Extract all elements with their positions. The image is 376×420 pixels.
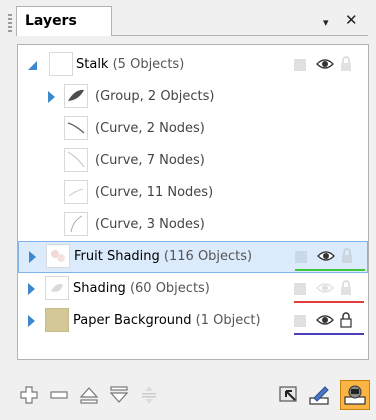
- add-layer-icon[interactable]: [18, 384, 40, 406]
- layers-list: Stalk (5 Objects) (Group, 2 Objects) (Cu…: [17, 44, 369, 360]
- lock-toggle-placeholder[interactable]: [294, 315, 306, 327]
- collapse-arrow-icon[interactable]: [28, 61, 37, 70]
- raise-layer-icon[interactable]: [78, 384, 100, 406]
- sublayer-label: (Curve, 7 Nodes): [95, 153, 205, 168]
- layer-properties-icon: [344, 385, 366, 405]
- unlocked-icon[interactable]: [341, 248, 353, 264]
- drag-grip-icon[interactable]: [8, 14, 12, 32]
- lock-toggle-placeholder[interactable]: [294, 283, 306, 295]
- curve-thumb-icon: [64, 148, 88, 172]
- layer-label: Fruit Shading (116 Objects): [74, 249, 252, 264]
- layer-count: (5 Objects): [112, 57, 185, 72]
- layers-toolbar: [0, 370, 376, 420]
- visibility-eye-icon[interactable]: [316, 58, 334, 70]
- expand-arrow-icon[interactable]: [29, 251, 36, 263]
- sublayer-row-curve[interactable]: (Curve, 7 Nodes): [18, 145, 368, 177]
- sublayer-label: (Curve, 2 Nodes): [95, 121, 205, 136]
- layer-thumbnail: [45, 308, 69, 332]
- expand-arrow-icon[interactable]: [48, 91, 55, 103]
- tab-label: Layers: [25, 13, 77, 29]
- curve-thumb-icon: [64, 180, 88, 204]
- group-leaf-icon: [64, 84, 88, 108]
- layer-row-paper-background[interactable]: Paper Background (1 Object): [18, 305, 368, 337]
- expand-arrow-icon[interactable]: [28, 315, 35, 327]
- edit-layer-icon[interactable]: [308, 384, 330, 406]
- layer-name: Stalk: [76, 57, 109, 72]
- remove-layer-icon[interactable]: [48, 384, 70, 406]
- tab-divider: [112, 35, 368, 36]
- sublayer-label: (Group, 2 Objects): [95, 89, 215, 104]
- sublayer-label: (Curve, 3 Nodes): [95, 217, 205, 232]
- layer-label: Paper Background (1 Object): [73, 313, 261, 328]
- sublayer-row-curve[interactable]: (Curve, 11 Nodes): [18, 177, 368, 209]
- layer-name: Fruit Shading: [74, 249, 160, 264]
- layer-row-fruit-shading[interactable]: Fruit Shading (116 Objects): [18, 241, 368, 273]
- layer-color-indicator: [295, 269, 365, 271]
- dock-menu-icon[interactable]: ▾: [323, 16, 329, 29]
- visibility-eye-icon[interactable]: [316, 282, 334, 294]
- curve-thumb-icon: [64, 116, 88, 140]
- layer-label: Shading (60 Objects): [73, 281, 210, 296]
- layer-thumbnail: [45, 276, 69, 300]
- dock-header: Layers ▾ ✕: [0, 0, 376, 44]
- lock-toggle-placeholder[interactable]: [295, 251, 307, 263]
- lock-toggle-placeholder[interactable]: [294, 59, 306, 71]
- visibility-eye-icon[interactable]: [317, 250, 335, 262]
- close-icon[interactable]: ✕: [345, 11, 358, 29]
- layer-count: (116 Objects): [163, 249, 253, 264]
- layer-label: Stalk (5 Objects): [76, 57, 184, 72]
- locked-icon[interactable]: [340, 312, 352, 328]
- sublayer-row-group[interactable]: (Group, 2 Objects): [18, 81, 368, 113]
- unlocked-icon[interactable]: [340, 280, 352, 296]
- visibility-eye-icon[interactable]: [316, 314, 334, 326]
- layer-thumbnail: [49, 52, 73, 76]
- layer-properties-button[interactable]: [340, 380, 370, 410]
- expand-arrow-icon[interactable]: [28, 283, 35, 295]
- layer-color-indicator: [294, 301, 364, 303]
- layer-count: (1 Object): [195, 313, 261, 328]
- layer-thumbnail: [46, 244, 70, 268]
- layer-row-shading[interactable]: Shading (60 Objects): [18, 273, 368, 305]
- move-layer-icon: [138, 384, 160, 406]
- layer-row-stalk[interactable]: Stalk (5 Objects): [18, 49, 368, 81]
- sublayer-row-curve[interactable]: (Curve, 2 Nodes): [18, 113, 368, 145]
- sublayer-row-curve[interactable]: (Curve, 3 Nodes): [18, 209, 368, 241]
- unlocked-icon[interactable]: [340, 56, 352, 72]
- lower-layer-icon[interactable]: [108, 384, 130, 406]
- layer-name: Paper Background: [73, 313, 192, 328]
- layer-name: Shading: [73, 281, 126, 296]
- select-layer-icon[interactable]: [278, 384, 300, 406]
- layer-count: (60 Objects): [129, 281, 210, 296]
- layer-color-indicator: [294, 333, 364, 335]
- curve-thumb-icon: [64, 212, 88, 236]
- sublayer-label: (Curve, 11 Nodes): [95, 185, 214, 200]
- tab-layers[interactable]: Layers: [16, 6, 112, 36]
